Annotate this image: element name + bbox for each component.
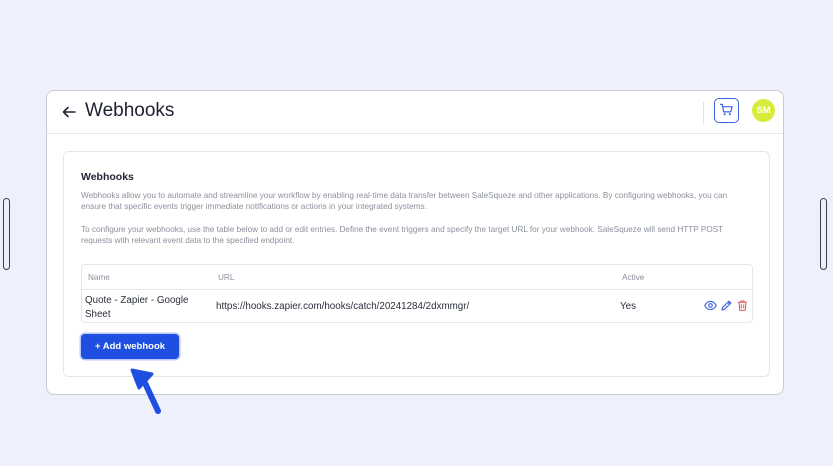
cart-button[interactable] bbox=[714, 98, 739, 123]
description-config: To configure your webhooks, use the tabl… bbox=[81, 225, 724, 245]
column-header-url: URL bbox=[218, 273, 235, 282]
eye-icon[interactable] bbox=[704, 299, 717, 312]
table-row: Quote - Zapier - Google Sheet https://ho… bbox=[82, 290, 752, 323]
arrow-left-icon[interactable] bbox=[61, 104, 77, 120]
trash-icon[interactable] bbox=[736, 299, 749, 312]
table-header: Name URL Active bbox=[82, 265, 752, 290]
card-title: Webhooks bbox=[81, 171, 134, 183]
pencil-icon[interactable] bbox=[720, 299, 733, 312]
column-header-name: Name bbox=[88, 273, 110, 282]
add-webhook-button[interactable]: + Add webhook bbox=[81, 334, 179, 359]
webhook-name: Quote - Zapier - Google Sheet bbox=[85, 295, 189, 320]
webhook-url: https://hooks.zapier.com/hooks/catch/202… bbox=[216, 301, 470, 312]
cart-icon bbox=[719, 102, 734, 120]
left-scroll-handle[interactable] bbox=[3, 198, 10, 270]
page-title: Webhooks bbox=[85, 100, 175, 121]
webhooks-window: Webhooks SM Webhooks Webhooks allow you … bbox=[46, 90, 784, 395]
row-actions bbox=[704, 299, 749, 312]
column-header-active: Active bbox=[622, 273, 645, 282]
arrow-pointer-icon bbox=[128, 364, 168, 416]
top-bar: Webhooks SM bbox=[47, 91, 783, 134]
description-intro: Webhooks allow you to automate and strea… bbox=[81, 191, 728, 211]
right-scroll-handle[interactable] bbox=[820, 198, 827, 270]
webhooks-table: Name URL Active Quote - Zapier - Google … bbox=[81, 264, 753, 323]
topbar-divider bbox=[703, 102, 704, 124]
webhooks-card: Webhooks Webhooks allow you to automate … bbox=[63, 151, 770, 377]
avatar[interactable]: SM bbox=[752, 99, 775, 122]
webhook-active: Yes bbox=[620, 301, 636, 312]
